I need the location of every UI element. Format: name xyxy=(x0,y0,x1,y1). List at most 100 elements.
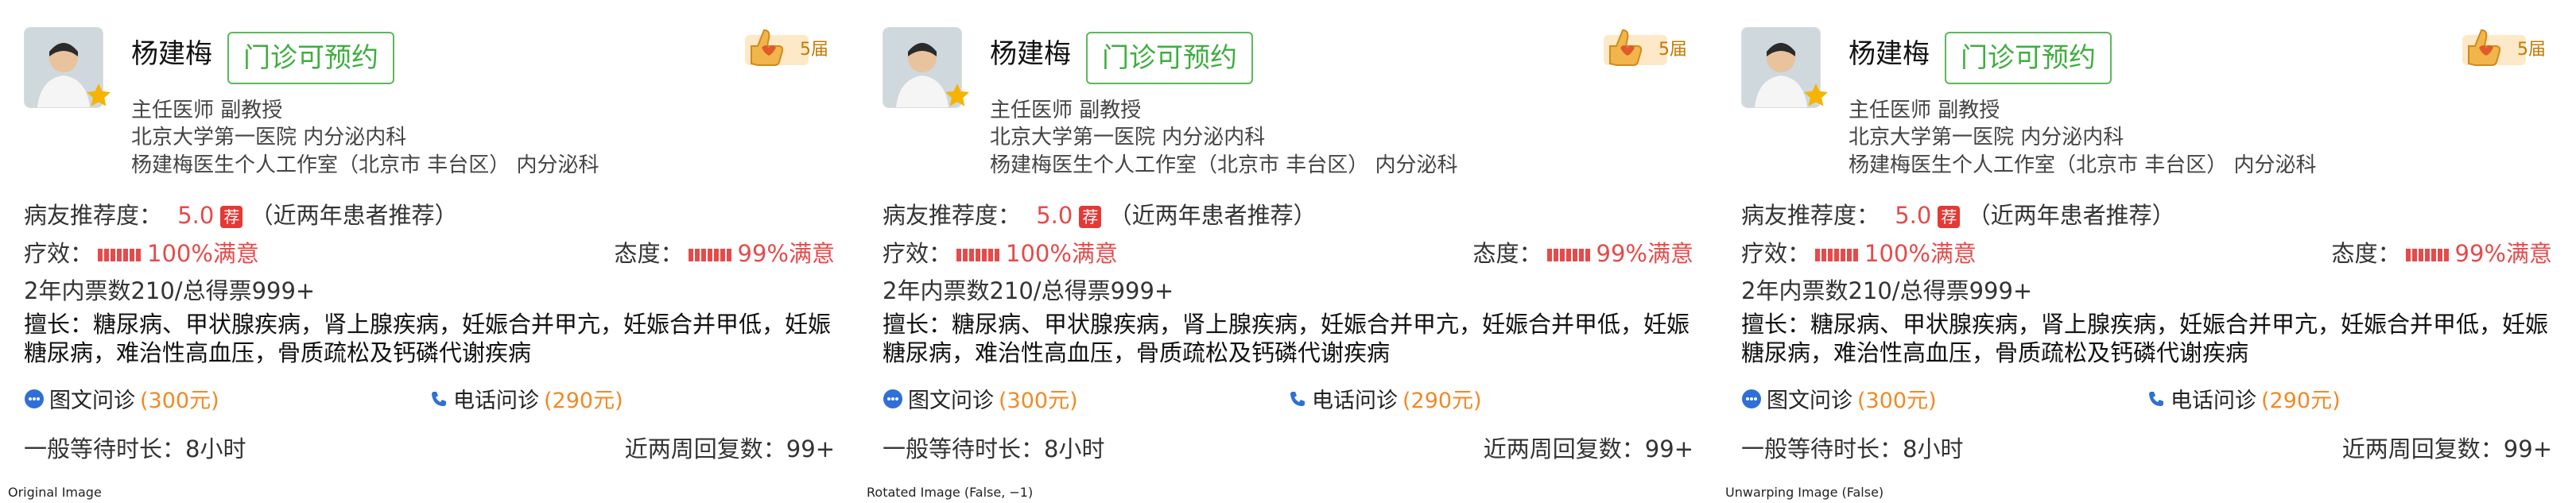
reply-label: 近两周回复数： xyxy=(624,435,786,462)
attitude-label: 态度： xyxy=(2331,240,2401,267)
doctor-name[interactable]: 杨建梅 xyxy=(1849,32,1930,71)
attitude-rating-bar xyxy=(2405,249,2450,261)
phone-consult-price: (290元) xyxy=(544,389,623,413)
wait-value: 8小时 xyxy=(1903,435,1964,462)
doctor-studio[interactable]: 杨建梅医生个人工作室（北京市 丰台区） 内分泌科 xyxy=(131,149,599,178)
wait-label: 一般等待时长： xyxy=(1741,435,1903,462)
wait-value: 8小时 xyxy=(1044,435,1105,462)
text-consult-price: (300元) xyxy=(140,389,219,413)
recommend-badge: 荐 xyxy=(1938,206,1961,228)
phone-consult-label: 电话问诊 xyxy=(1312,389,1398,413)
wait-label: 一般等待时长： xyxy=(883,435,1045,462)
reply-row: 近两周回复数：99+ xyxy=(625,431,835,464)
doctor-name[interactable]: 杨建梅 xyxy=(131,32,212,71)
sessions-badge: 5届 xyxy=(1658,40,1687,60)
specialty-text: 擅长：糖尿病、甲状腺疾病，肾上腺疾病，妊娠合并甲亢，妊娠合并甲低，妊娠糖尿病，难… xyxy=(1741,311,2549,366)
doctor-hospital[interactable]: 北京大学第一医院 内分泌内科 xyxy=(990,121,1265,150)
doctor-studio[interactable]: 杨建梅医生个人工作室（北京市 丰台区） 内分泌科 xyxy=(1849,149,2317,178)
doctor-hospital[interactable]: 北京大学第一医院 内分泌内科 xyxy=(131,121,406,150)
doctor-card-unwarped: 杨建梅 门诊可预约 主任医师 副教授 北京大学第一医院 内分泌内科 杨建梅医生个… xyxy=(1717,0,2576,503)
effect-value: 100%满意 xyxy=(1006,240,1118,267)
doctor-title: 主任医师 副教授 xyxy=(131,99,283,122)
doctor-studio[interactable]: 杨建梅医生个人工作室（北京市 丰台区） 内分泌科 xyxy=(990,149,1458,178)
panel-caption: Original Image xyxy=(8,485,102,500)
phone-consult-button[interactable]: 电话问诊 (290元) xyxy=(429,383,623,414)
recommend-row: 病友推荐度： 5.0 荐 （近两年患者推荐） xyxy=(1741,197,2175,230)
phone-consult-label: 电话问诊 xyxy=(2171,389,2256,413)
attitude-rating-bar xyxy=(688,249,733,261)
panel-caption: Rotated Image (False, −1) xyxy=(867,485,1034,500)
text-consult-label: 图文问诊 xyxy=(908,389,994,413)
chat-bubble-icon xyxy=(883,389,902,408)
votes-text: 2年内票数210/总得票999+ xyxy=(24,277,316,304)
appointment-badge[interactable]: 门诊可预约 xyxy=(1945,32,2112,84)
wait-row: 一般等待时长：8小时 xyxy=(24,431,246,464)
phone-icon xyxy=(2149,391,2163,406)
doctor-card-rotated: 杨建梅 门诊可预约 主任医师 副教授 北京大学第一医院 内分泌内科 杨建梅医生个… xyxy=(859,0,1717,503)
appointment-badge[interactable]: 门诊可预约 xyxy=(227,32,394,84)
effect-rating-bar xyxy=(956,249,1002,261)
attitude-rating-bar xyxy=(1546,249,1592,261)
sessions-badge: 5届 xyxy=(2517,40,2546,60)
reply-label: 近两周回复数： xyxy=(2341,435,2504,462)
appointment-badge[interactable]: 门诊可预约 xyxy=(1086,32,1253,84)
effect-value: 100%满意 xyxy=(1864,240,1977,267)
effect-label: 疗效： xyxy=(24,240,94,267)
doctor-name[interactable]: 杨建梅 xyxy=(990,32,1071,71)
reply-value: 99+ xyxy=(786,435,835,462)
recommend-label: 病友推荐度： xyxy=(1741,202,1880,229)
effect-row: 疗效： 100%满意 xyxy=(24,235,259,269)
effect-rating-bar xyxy=(1815,249,1860,261)
specialty-text: 擅长：糖尿病、甲状腺疾病，肾上腺疾病，妊娠合并甲亢，妊娠合并甲低，妊娠糖尿病，难… xyxy=(24,311,832,366)
doctor-title: 主任医师 副教授 xyxy=(990,99,1142,122)
chat-bubble-icon xyxy=(25,389,44,408)
recommend-row: 病友推荐度： 5.0 荐 （近两年患者推荐） xyxy=(24,197,458,230)
recommend-label: 病友推荐度： xyxy=(24,202,163,229)
text-consult-button[interactable]: 图文问诊 (300元) xyxy=(1741,383,1937,414)
reply-row: 近两周回复数：99+ xyxy=(2342,431,2552,464)
attitude-label: 态度： xyxy=(614,240,684,267)
phone-consult-price: (290元) xyxy=(2261,389,2341,413)
panel-caption: Unwarping Image (False) xyxy=(1725,485,1884,500)
effect-label: 疗效： xyxy=(1741,240,1811,267)
specialty-text: 擅长：糖尿病、甲状腺疾病，肾上腺疾病，妊娠合并甲亢，妊娠合并甲低，妊娠糖尿病，难… xyxy=(883,311,1690,366)
reply-row: 近两周回复数：99+ xyxy=(1484,431,1693,464)
text-consult-button[interactable]: 图文问诊 (300元) xyxy=(24,383,219,414)
votes-text: 2年内票数210/总得票999+ xyxy=(1741,277,2033,304)
wait-row: 一般等待时长：8小时 xyxy=(1741,431,1963,464)
text-consult-button[interactable]: 图文问诊 (300元) xyxy=(883,383,1078,414)
recommend-score: 5.0 xyxy=(1036,202,1073,229)
attitude-row: 态度： 99%满意 xyxy=(2332,235,2552,269)
attitude-label: 态度： xyxy=(1472,240,1542,267)
text-consult-label: 图文问诊 xyxy=(1767,389,1852,413)
effect-row: 疗效： 100%满意 xyxy=(1741,235,1977,269)
recommend-note: （近两年患者推荐） xyxy=(1108,202,1317,229)
text-consult-price: (300元) xyxy=(1857,389,1937,413)
wait-label: 一般等待时长： xyxy=(24,435,186,462)
effect-label: 疗效： xyxy=(883,240,952,267)
effect-value: 100%满意 xyxy=(147,240,259,267)
text-consult-price: (300元) xyxy=(999,389,1078,413)
votes-text: 2年内票数210/总得票999+ xyxy=(883,277,1174,304)
text-consult-label: 图文问诊 xyxy=(49,389,135,413)
recommend-badge: 荐 xyxy=(220,206,243,228)
wait-value: 8小时 xyxy=(185,435,246,462)
attitude-row: 态度： 99%满意 xyxy=(615,235,835,269)
doctor-title: 主任医师 副教授 xyxy=(1849,99,2000,122)
recommend-score: 5.0 xyxy=(177,202,215,229)
recommend-badge: 荐 xyxy=(1079,206,1102,228)
reply-value: 99+ xyxy=(1644,435,1693,462)
attitude-value: 99%满意 xyxy=(737,240,835,267)
phone-icon xyxy=(1290,391,1305,406)
recommend-note: （近两年患者推荐） xyxy=(1967,202,2175,229)
chat-bubble-icon xyxy=(1742,389,1761,408)
star-icon xyxy=(1804,83,1828,106)
doctor-hospital[interactable]: 北京大学第一医院 内分泌内科 xyxy=(1849,121,2124,150)
attitude-row: 态度： 99%满意 xyxy=(1473,235,1693,269)
phone-consult-button[interactable]: 电话问诊 (290元) xyxy=(2147,383,2341,414)
effect-rating-bar xyxy=(98,249,143,261)
phone-consult-label: 电话问诊 xyxy=(453,389,539,413)
reply-value: 99+ xyxy=(2503,435,2552,462)
phone-consult-button[interactable]: 电话问诊 (290元) xyxy=(1288,383,1482,414)
sessions-badge: 5届 xyxy=(800,40,828,60)
